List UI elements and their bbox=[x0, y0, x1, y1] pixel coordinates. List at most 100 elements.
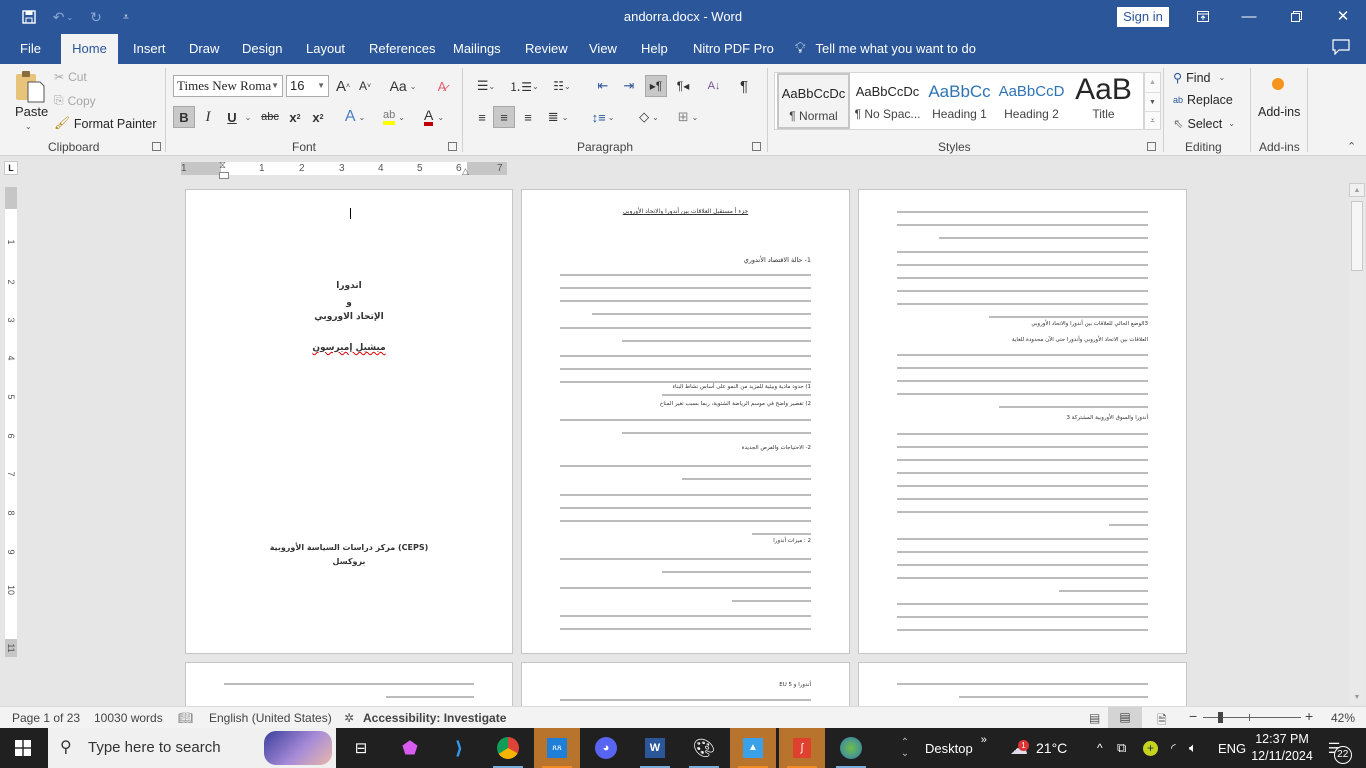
ltr-direction-button[interactable]: ¶◂ bbox=[672, 75, 694, 97]
ribbon-display-options-icon[interactable] bbox=[1180, 0, 1226, 32]
font-size-combo[interactable]: 16 ▼ bbox=[286, 75, 329, 97]
decrease-indent-icon[interactable]: ⇤ bbox=[592, 75, 614, 97]
tab-review[interactable]: Review bbox=[525, 34, 568, 64]
style-normal[interactable]: AaBbCcDc ¶ Normal bbox=[777, 73, 850, 129]
scroll-up-icon[interactable]: ▲ bbox=[1349, 183, 1365, 197]
multilevel-list-icon[interactable]: ☷ ⌄ bbox=[548, 75, 576, 97]
text-effects-icon[interactable]: A ⌄ bbox=[340, 106, 370, 128]
font-launcher-icon[interactable] bbox=[448, 142, 457, 151]
input-language[interactable]: ENG bbox=[1218, 728, 1246, 768]
page-count[interactable]: Page 1 of 23 bbox=[12, 711, 80, 725]
page-3[interactable]: 3الوضع الحالي للعلاقات بين أندورا والاتح… bbox=[858, 189, 1187, 654]
notifications-button[interactable]: ☰ 22 bbox=[1318, 728, 1352, 768]
tab-help[interactable]: Help bbox=[641, 34, 668, 64]
print-layout-icon[interactable]: ▤ bbox=[1108, 707, 1142, 728]
cut-button[interactable]: ✂ Cut bbox=[54, 70, 87, 84]
paint-icon[interactable]: 🎨︎ bbox=[681, 728, 727, 768]
styles-launcher-icon[interactable] bbox=[1147, 142, 1156, 151]
clock[interactable]: 12:37 PM 12/11/2024 bbox=[1251, 728, 1313, 768]
vertical-ruler[interactable]: 1 2 3 4 5 6 7 8 9 10 11 bbox=[5, 187, 17, 657]
read-mode-icon[interactable]: ▤ bbox=[1089, 711, 1100, 725]
zoom-slider[interactable] bbox=[1203, 712, 1301, 723]
first-line-indent-marker[interactable]: ⧖ bbox=[219, 160, 226, 171]
wifi-icon[interactable]: ◜ bbox=[1171, 728, 1176, 768]
page-1[interactable]: اندورا و الإتحاد الاوروبي ميشيل إميرسون … bbox=[185, 189, 513, 654]
highlight-color-icon[interactable]: ab ⌄ bbox=[378, 106, 410, 128]
language[interactable]: English (United States) bbox=[209, 711, 332, 725]
right-indent-marker[interactable]: △ bbox=[462, 166, 469, 177]
paragraph-launcher-icon[interactable] bbox=[752, 142, 761, 151]
copy-button[interactable]: ⎘ Copy bbox=[54, 93, 96, 108]
italic-button[interactable]: I bbox=[200, 106, 216, 128]
superscript-button[interactable]: x2 bbox=[310, 106, 326, 128]
clipboard-launcher-icon[interactable] bbox=[152, 142, 161, 151]
paste-button[interactable]: Paste bbox=[15, 104, 48, 119]
tab-nitro-pdf-pro[interactable]: Nitro PDF Pro bbox=[693, 34, 774, 64]
font-name-combo[interactable]: Times New Roma ▼ bbox=[173, 75, 283, 97]
justify-icon[interactable]: ≣ ⌄ bbox=[543, 106, 573, 128]
taskbar-scroll-icon[interactable]: ⌃ ⌄ bbox=[894, 728, 916, 768]
styles-scroll[interactable]: ▲ ▼ ⩡ bbox=[1144, 72, 1161, 130]
underline-dropdown-icon[interactable]: ⌄ bbox=[243, 106, 253, 128]
redo-icon[interactable]: ↻ bbox=[85, 7, 107, 27]
tray-app-icon[interactable]: ⧉ bbox=[1117, 728, 1126, 768]
tab-file[interactable]: File bbox=[20, 34, 41, 64]
tray-plus-icon[interactable]: + bbox=[1143, 728, 1158, 768]
nitro-pdf-icon[interactable]: ʃ bbox=[779, 728, 825, 768]
paste-dropdown-icon[interactable]: ⌄ bbox=[25, 122, 32, 131]
tab-references[interactable]: References bbox=[369, 34, 435, 64]
photos-icon[interactable]: ▲ bbox=[730, 728, 776, 768]
vertical-scrollbar[interactable]: ▲ ▼ bbox=[1349, 183, 1365, 705]
close-button[interactable]: ✕ bbox=[1320, 0, 1366, 32]
chrome-icon[interactable] bbox=[485, 728, 531, 768]
taskbar-search[interactable]: ⚲ Type here to search bbox=[48, 728, 336, 768]
shading-icon[interactable]: ◇ ⌄ bbox=[633, 106, 665, 128]
zoom-out-button[interactable]: − bbox=[1189, 708, 1197, 724]
bullets-icon[interactable]: ☰ ⌄ bbox=[472, 75, 500, 97]
styles-more-icon[interactable]: ⩡ bbox=[1145, 111, 1160, 129]
tab-mailings[interactable]: Mailings bbox=[453, 34, 501, 64]
teams-like-app-icon[interactable]: ጸጸ bbox=[534, 728, 580, 768]
style-heading-2[interactable]: AaBbCcD Heading 2 bbox=[995, 73, 1068, 129]
bold-button[interactable]: B bbox=[173, 106, 195, 128]
weather-widget[interactable]: ☁1 21°C bbox=[1010, 728, 1067, 768]
tab-draw[interactable]: Draw bbox=[189, 34, 219, 64]
sort-icon[interactable]: A↓ bbox=[703, 75, 725, 97]
show-hidden-icons[interactable]: ^ bbox=[1097, 728, 1103, 768]
select-button[interactable]: ⇖ Select ⌄ bbox=[1173, 116, 1235, 132]
strikethrough-button[interactable]: abc bbox=[260, 106, 280, 128]
undo-icon[interactable]: ↶ ⌄ bbox=[48, 7, 78, 27]
styles-scroll-down-icon[interactable]: ▼ bbox=[1145, 92, 1160, 111]
align-right-icon[interactable]: ≡ bbox=[518, 106, 538, 128]
comments-icon[interactable] bbox=[1332, 39, 1350, 60]
addins-button[interactable]: Add-ins bbox=[1258, 105, 1300, 119]
style-title[interactable]: AaB Title bbox=[1067, 73, 1140, 129]
left-indent-marker[interactable] bbox=[219, 172, 229, 179]
align-center-icon[interactable]: ≡ bbox=[493, 106, 515, 128]
zoom-in-button[interactable]: + bbox=[1305, 708, 1313, 724]
increase-indent-icon[interactable]: ⇥ bbox=[618, 75, 640, 97]
rtl-direction-button[interactable]: ▸¶ bbox=[645, 75, 667, 97]
tab-layout[interactable]: Layout bbox=[306, 34, 345, 64]
align-left-icon[interactable]: ≡ bbox=[472, 106, 492, 128]
subscript-button[interactable]: x2 bbox=[287, 106, 303, 128]
desktop-toolbar[interactable]: Desktop» bbox=[925, 728, 987, 768]
line-spacing-icon[interactable]: ↕≡ ⌄ bbox=[588, 106, 618, 128]
collapse-ribbon-icon[interactable]: ⌃ bbox=[1347, 140, 1356, 153]
word-icon[interactable]: W bbox=[632, 728, 678, 768]
replace-button[interactable]: ab Replace bbox=[1173, 93, 1233, 107]
discord-icon[interactable]: ◕ bbox=[583, 728, 629, 768]
tab-view[interactable]: View bbox=[589, 34, 617, 64]
font-color-icon[interactable]: A ⌄ bbox=[418, 106, 450, 128]
grow-font-icon[interactable]: A ˄ bbox=[334, 75, 352, 97]
shrink-font-icon[interactable]: A ˅ bbox=[356, 75, 374, 97]
page-2[interactable]: جزء أ مستقبل العلاقات بين أندورا والاتحا… bbox=[521, 189, 850, 654]
format-painter-button[interactable]: 🖌︎ Format Painter bbox=[54, 116, 157, 131]
paste-icon[interactable] bbox=[14, 70, 46, 104]
tell-me-search[interactable]: 💡︎ Tell me what you want to do bbox=[795, 34, 976, 64]
borders-icon[interactable]: ⊞ ⌄ bbox=[672, 106, 704, 128]
zoom-slider-thumb[interactable] bbox=[1218, 712, 1224, 723]
find-button[interactable]: ⚲ Find ⌄ bbox=[1173, 70, 1225, 86]
tab-home[interactable]: Home bbox=[61, 34, 118, 64]
scroll-thumb[interactable] bbox=[1351, 201, 1363, 271]
